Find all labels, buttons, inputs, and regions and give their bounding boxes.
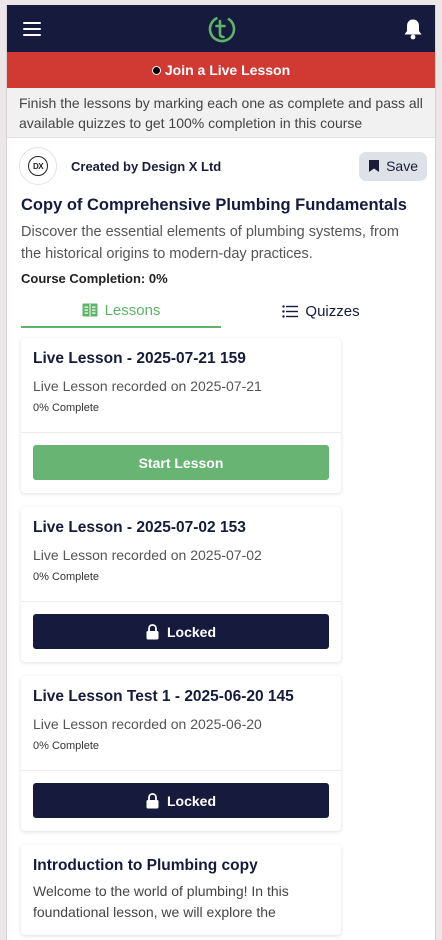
start-lesson-label: Start Lesson <box>138 454 224 471</box>
lesson-description: Welcome to the world of plumbing! In thi… <box>33 883 289 920</box>
top-bar <box>7 5 435 52</box>
lesson-progress: 0% Complete <box>33 740 100 752</box>
lesson-title: Live Lesson - 2025-07-21 159 <box>33 350 246 367</box>
lesson-card: Live Lesson Test 1 - 2025-06-20 145 Live… <box>21 676 341 831</box>
lock-icon <box>146 623 159 639</box>
join-live-lesson-banner[interactable]: Join a Live Lesson <box>7 52 435 88</box>
lesson-title: Introduction to Plumbing copy <box>33 857 258 874</box>
lesson-card: Introduction to Plumbing copy Welcome to… <box>21 845 341 935</box>
course-completion: Course Completion: 0% <box>21 271 168 286</box>
completion-notice: Finish the lessons by marking each one a… <box>7 88 435 138</box>
bookmark-icon <box>369 160 380 172</box>
tabs: Lessons Quizzes <box>21 294 421 328</box>
avatar-logo: DX <box>28 156 48 176</box>
list-icon <box>282 304 299 318</box>
course-description: Discover the essential elements of plumb… <box>21 224 399 262</box>
lock-icon <box>146 792 159 808</box>
course-title: Copy of Comprehensive Plumbing Fundament… <box>21 196 407 214</box>
lesson-progress: 0% Complete <box>33 402 100 414</box>
lesson-progress: 0% Complete <box>33 571 100 583</box>
tab-quizzes-label: Quizzes <box>305 302 360 320</box>
locked-button[interactable]: Locked <box>33 783 329 818</box>
live-dot-icon <box>151 65 161 75</box>
lesson-card: Live Lesson - 2025-07-02 153 Live Lesson… <box>21 507 341 662</box>
hamburger-icon[interactable] <box>23 21 41 36</box>
start-lesson-button[interactable]: Start Lesson <box>33 445 329 480</box>
creator-row: DX Created by Design X Ltd Save <box>7 144 435 188</box>
tab-lessons-label: Lessons <box>104 301 161 319</box>
lesson-subtitle: Live Lesson recorded on 2025-07-21 <box>33 378 262 394</box>
bell-icon[interactable] <box>403 18 423 40</box>
locked-label: Locked <box>166 623 216 640</box>
banner-label: Join a Live Lesson <box>164 62 291 78</box>
avatar: DX <box>19 147 57 185</box>
lesson-title: Live Lesson - 2025-07-02 153 <box>33 519 246 536</box>
creator-label: Created by Design X Ltd <box>71 158 222 174</box>
save-button[interactable]: Save <box>359 151 427 181</box>
lesson-list: Live Lesson - 2025-07-21 159 Live Lesson… <box>7 328 435 935</box>
locked-button[interactable]: Locked <box>33 614 329 649</box>
locked-label: Locked <box>166 792 216 809</box>
save-label: Save <box>386 158 418 174</box>
app-frame: Join a Live Lesson Finish the lessons by… <box>6 5 436 940</box>
book-icon <box>82 303 98 317</box>
lesson-subtitle: Live Lesson recorded on 2025-07-02 <box>33 547 262 563</box>
brand-logo-icon[interactable] <box>207 14 237 44</box>
lesson-subtitle: Live Lesson recorded on 2025-06-20 <box>33 716 262 732</box>
tab-lessons[interactable]: Lessons <box>21 294 221 328</box>
tab-quizzes[interactable]: Quizzes <box>221 294 421 328</box>
lesson-title: Live Lesson Test 1 - 2025-06-20 145 <box>33 688 294 705</box>
lesson-card: Live Lesson - 2025-07-21 159 Live Lesson… <box>21 338 341 493</box>
